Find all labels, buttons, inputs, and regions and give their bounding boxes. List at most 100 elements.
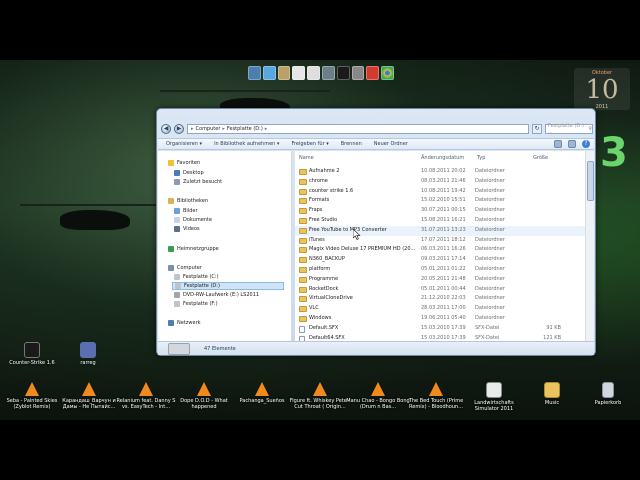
column-date[interactable]: Änderungsdatum — [421, 155, 464, 163]
breadcrumb-drive[interactable]: Festplatte (D:) — [227, 126, 263, 132]
file-row[interactable]: iTunes 17.07.2011 18:12 Dateiordner — [295, 236, 585, 246]
vlc-icon — [371, 382, 385, 396]
file-row[interactable]: Default64.SFX 15.03.2010 17:39 SFX-Datei 12… — [295, 334, 585, 341]
desktop-icon-bed-touch[interactable]: The Bed Touch (Prime Remix) - Bloodhoun.… — [404, 382, 468, 410]
address-bar[interactable]: ▸ Computer ▸ Festplatte (D:) ▸ — [187, 124, 529, 134]
game-icon[interactable] — [321, 66, 335, 80]
vlc-icon — [313, 382, 327, 396]
file-row[interactable]: VLC 28.03.2011 17:00 Dateiordner — [295, 304, 585, 314]
file-name: N360_BACKUP — [309, 256, 345, 263]
nav-homegroup[interactable]: Heimnetzgruppe — [168, 245, 219, 253]
desktop-icon-recycle-bin[interactable]: Papierkorb — [576, 382, 640, 406]
nav-computer[interactable]: Computer — [168, 264, 202, 272]
scrollbar-thumb[interactable] — [587, 161, 594, 201]
camera-icon[interactable] — [351, 66, 365, 80]
nav-libraries[interactable]: Bibliotheken — [168, 197, 208, 205]
file-row[interactable]: RocketDock 05.01.2011 00:44 Dateiordner — [295, 285, 585, 295]
nav-drive-f[interactable]: Festplatte (F:) — [174, 300, 218, 308]
counter-strike-icon — [24, 342, 40, 358]
explorer-window: ◀ ▶ ▸ Computer ▸ Festplatte (D:) ▸ ↻ Fes… — [156, 108, 596, 356]
file-row[interactable]: chrome 08.03.2011 21:46 Dateiordner — [295, 177, 585, 187]
nav-drive-f-label: Festplatte (F:) — [183, 301, 218, 307]
file-row[interactable]: Formats 15.02.2010 15:51 Dateiordner — [295, 196, 585, 206]
nav-desktop[interactable]: Desktop — [174, 169, 204, 177]
file-size: 91 KB — [546, 324, 561, 331]
desktop-icon-rarreg[interactable]: rarreg — [56, 342, 120, 366]
record-icon[interactable] — [366, 66, 380, 80]
share-with-button[interactable]: Freigeben für ▾ — [291, 141, 328, 147]
file-row[interactable]: Fraps 30.07.2011 00:15 Dateiordner — [295, 206, 585, 216]
nav-network[interactable]: Netzwerk — [168, 319, 201, 327]
file-row[interactable]: Magix Video Deluxe 17 PREMIUM HD (20... 0… — [295, 245, 585, 255]
add-to-library-button[interactable]: In Bibliothek aufnehmen ▾ — [214, 141, 279, 147]
desktop-icon-manu-chao[interactable]: Manu Chao - Bongo Bong (Drum n Bas... — [346, 382, 410, 410]
desktop-icon-dope[interactable]: Dope D.O.D - What happened — [172, 382, 236, 410]
file-date: 10.08.2011 20:02 — [421, 168, 466, 174]
file-row[interactable]: Default.SFX 15.03.2010 17:39 SFX-Datei 91 K… — [295, 324, 585, 334]
column-size[interactable]: Größe — [533, 155, 548, 163]
nav-drive-c[interactable]: Festplatte (C:) — [174, 273, 219, 281]
nav-drive-d[interactable]: Festplatte (D:) — [172, 282, 284, 290]
folder-icon[interactable] — [277, 66, 291, 80]
organize-button[interactable]: Organisieren ▾ — [166, 141, 202, 147]
nav-pictures[interactable]: Bilder — [174, 207, 198, 215]
chrome-icon[interactable] — [381, 66, 394, 80]
breadcrumb-computer[interactable]: Computer — [196, 126, 221, 132]
desktop-icon-music[interactable]: Music — [520, 382, 584, 406]
back-button[interactable]: ◀ — [161, 124, 171, 134]
refresh-button[interactable]: ↻ — [532, 124, 542, 134]
vlc-icon — [429, 382, 443, 396]
file-date: 05.01.2011 00:44 — [421, 285, 466, 292]
desktop-icon-counter-strike[interactable]: Counter-Strike 1.6 — [0, 342, 64, 366]
column-type[interactable]: Typ — [477, 155, 485, 163]
preview-pane-icon[interactable] — [568, 140, 576, 148]
nav-videos[interactable]: Videos — [174, 225, 200, 233]
nav-dvd[interactable]: DVD-RW-Laufwerk (E:) LS2011 — [174, 291, 259, 299]
desktop-icon-pachanga[interactable]: Pachanga_Sueños — [230, 382, 294, 404]
file-type: Dateiordner — [475, 295, 505, 302]
desktop-icon-figure[interactable]: Figure ft. Whiskey Pete - Cut Throat ( O… — [288, 382, 352, 410]
file-row[interactable]: platform 05.01.2011 01:22 Dateiordner — [295, 265, 585, 275]
vertical-scrollbar[interactable] — [585, 151, 594, 341]
file-date: 28.03.2011 17:00 — [421, 305, 466, 312]
file-row[interactable]: N360_BACKUP 09.03.2011 17:14 Dateiordner — [295, 255, 585, 265]
file-row[interactable]: Free YouTube to MP3 Converter 31.07.2011 … — [295, 225, 585, 236]
nav-libraries-label: Bibliotheken — [177, 198, 208, 204]
nav-recent[interactable]: Zuletzt besucht — [174, 178, 222, 186]
file-row[interactable]: Aufnahme 2 10.08.2011 20:02 Dateiordner — [295, 167, 585, 177]
nav-documents[interactable]: Dokumente — [174, 216, 212, 224]
file-row[interactable]: Programme 20.05.2011 21:48 Dateiordner — [295, 275, 585, 285]
desktop-icon-landwirtschafts[interactable]: Landwirtschafts Simulator 2011 — [462, 382, 526, 412]
file-row[interactable]: Free Studio 15.08.2011 16:21 Dateiordner — [295, 216, 585, 226]
letterbox-top — [0, 0, 640, 60]
help-icon[interactable]: ? — [582, 140, 590, 148]
desktop-icon-karandash[interactable]: Карандаш_Варчун и Дамы - Не Пытайс... — [57, 382, 121, 410]
steam-icon[interactable] — [336, 66, 350, 80]
desktop-icon-relanium[interactable]: Relanium feat. Danny S vs. EasyTech - In… — [114, 382, 178, 410]
desktop-icon-seba[interactable]: Seba - Painted Skies (Zyblot Remix) — [0, 382, 64, 410]
view-options-icon[interactable] — [554, 140, 562, 148]
file-row[interactable]: VirtualCloneDrive 21.12.2010 22:03 Dateior… — [295, 294, 585, 304]
address-row: ◀ ▶ ▸ Computer ▸ Festplatte (D:) ▸ ↻ Fes… — [161, 123, 593, 135]
slider-icon[interactable] — [307, 66, 320, 80]
folder-icon — [299, 286, 307, 293]
search-input[interactable]: Festplatte (D:) ... ⚲ — [545, 123, 593, 135]
forward-button[interactable]: ▶ — [174, 124, 184, 134]
plus-icon[interactable] — [292, 66, 306, 80]
nav-favorites[interactable]: Favoriten — [168, 159, 200, 167]
file-row[interactable]: Windows 19.06.2011 05:40 Dateiordner — [295, 314, 585, 324]
file-row[interactable]: counter strike 1.6 10.08.2011 19:42 Dateio… — [295, 187, 585, 197]
monitor-icon[interactable] — [248, 66, 261, 80]
file-type: Dateiordner — [475, 187, 505, 194]
nav-videos-label: Videos — [183, 226, 200, 232]
burn-button[interactable]: Brennen — [341, 141, 362, 147]
homegroup-icon — [168, 246, 174, 252]
search-placeholder: Festplatte (D:) ... — [548, 123, 584, 135]
computer-icon: ▸ — [191, 126, 194, 132]
column-name[interactable]: Name — [299, 155, 314, 163]
twitter-icon[interactable] — [262, 66, 276, 80]
folder-icon — [299, 188, 307, 195]
file-name: counter strike 1.6 — [309, 187, 354, 194]
file-list: Name Änderungsdatum Typ Größe Aufnahme 2… — [295, 151, 585, 341]
new-folder-button[interactable]: Neuer Ordner — [374, 141, 408, 147]
